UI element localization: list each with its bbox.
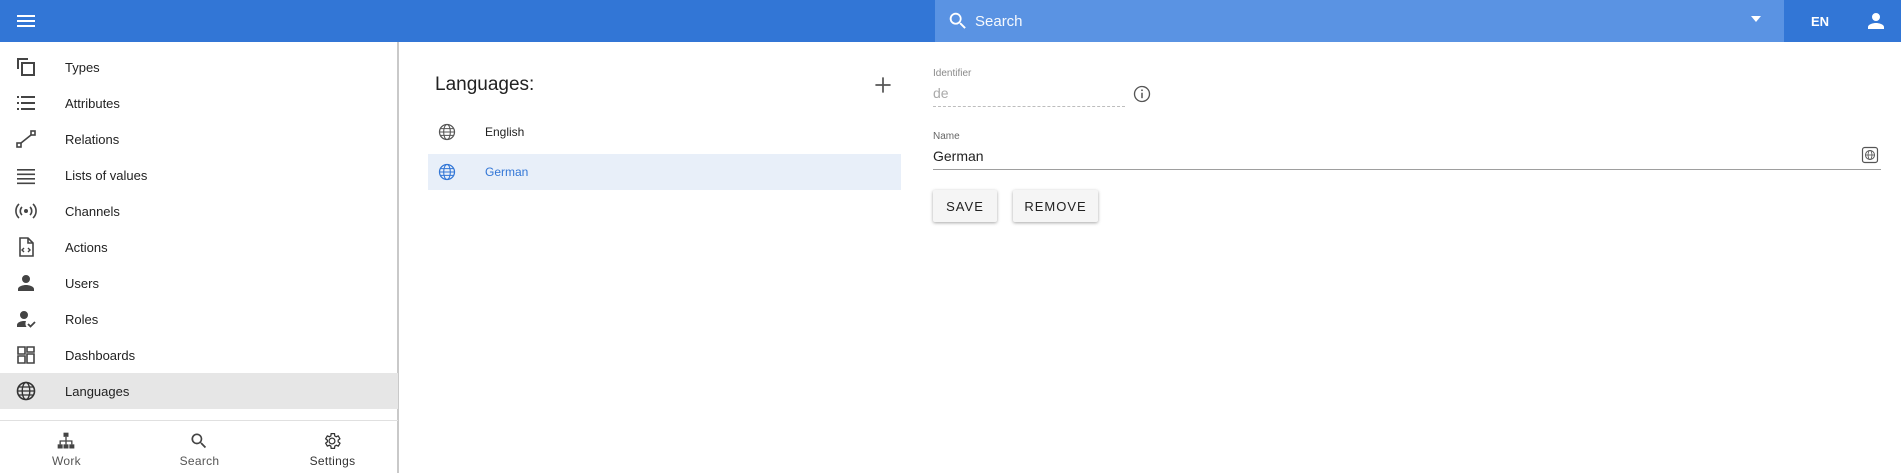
sidebar-item-lists-of-values[interactable]: Lists of values (0, 157, 398, 193)
info-icon[interactable] (1132, 84, 1152, 104)
sitemap-icon (57, 432, 75, 449)
sidebar-item-actions[interactable]: Actions (0, 229, 398, 265)
identifier-field: de (933, 85, 949, 101)
bottom-nav-work[interactable]: Work (0, 421, 133, 473)
sidebar-item-label: Lists of values (65, 167, 148, 183)
save-button[interactable]: SAVE (933, 190, 997, 222)
bottom-nav-search[interactable]: Search (133, 421, 266, 473)
sidebar-item-label: Attributes (65, 95, 120, 111)
globe-icon (438, 123, 456, 141)
sidebar-item-types[interactable]: Types (0, 49, 398, 85)
language-label: German (485, 165, 529, 179)
sidebar-item-label: Dashboards (65, 347, 136, 363)
search-box (935, 0, 1784, 42)
languages-title: Languages: (435, 74, 535, 95)
types-icon (17, 58, 35, 76)
search-icon (949, 12, 966, 29)
sidebar-item-label: Actions (65, 239, 108, 255)
bottom-navigation: Work Search Settings (0, 421, 398, 473)
globe-icon (438, 163, 456, 181)
sidebar: Types Attributes Relations Lists of valu… (0, 42, 399, 473)
sidebar-item-users[interactable]: Users (0, 265, 398, 301)
actions-file-icon (19, 237, 34, 257)
menu-icon[interactable] (14, 9, 38, 33)
bottom-nav-label: Search (179, 454, 220, 468)
identifier-underline (933, 106, 1125, 107)
sidebar-item-label: Roles (65, 311, 99, 327)
sidebar-item-languages[interactable]: Languages (0, 373, 398, 409)
language-list-item-english[interactable]: English (428, 114, 901, 150)
name-underline (933, 169, 1881, 170)
role-check-icon (17, 311, 36, 328)
sidebar-item-label: Languages (65, 383, 130, 399)
language-list-item-german[interactable]: German (428, 154, 901, 190)
bottom-nav-label: Work (52, 454, 81, 468)
user-icon (18, 275, 34, 291)
sidebar-item-dashboards[interactable]: Dashboards (0, 337, 398, 373)
search-icon (191, 433, 207, 449)
language-button[interactable]: EN (1784, 0, 1856, 42)
attributes-list-icon (17, 96, 35, 110)
sidebar-item-channels[interactable]: Channels (0, 193, 398, 229)
sidebar-item-label: Users (65, 275, 99, 291)
relations-icon (16, 130, 36, 148)
remove-button[interactable]: REMOVE (1013, 190, 1098, 222)
name-field[interactable] (933, 146, 1853, 166)
app-bar: EN (0, 0, 1901, 42)
identifier-label: Identifier (933, 68, 972, 79)
search-dropdown-icon[interactable] (1751, 16, 1761, 22)
globe-icon (16, 381, 36, 401)
sidebar-item-attributes[interactable]: Attributes (0, 85, 398, 121)
gear-icon (324, 433, 341, 449)
sidebar-item-relations[interactable]: Relations (0, 121, 398, 157)
sidebar-item-label: Channels (65, 203, 120, 219)
bottom-nav-label: Settings (309, 454, 356, 468)
account-icon[interactable] (1864, 9, 1888, 33)
list-icon (17, 169, 35, 185)
search-input[interactable] (969, 0, 1669, 42)
sidebar-item-label: Types (65, 59, 100, 75)
sidebar-item-roles[interactable]: Roles (0, 301, 398, 337)
translate-globe-icon[interactable] (1861, 146, 1879, 164)
bottom-nav-settings[interactable]: Settings (266, 421, 399, 473)
dashboard-icon (17, 346, 35, 364)
name-label: Name (933, 131, 960, 142)
add-icon[interactable] (870, 72, 896, 98)
sidebar-item-label: Relations (65, 131, 120, 147)
language-label: English (485, 125, 525, 139)
channels-icon (15, 203, 37, 219)
